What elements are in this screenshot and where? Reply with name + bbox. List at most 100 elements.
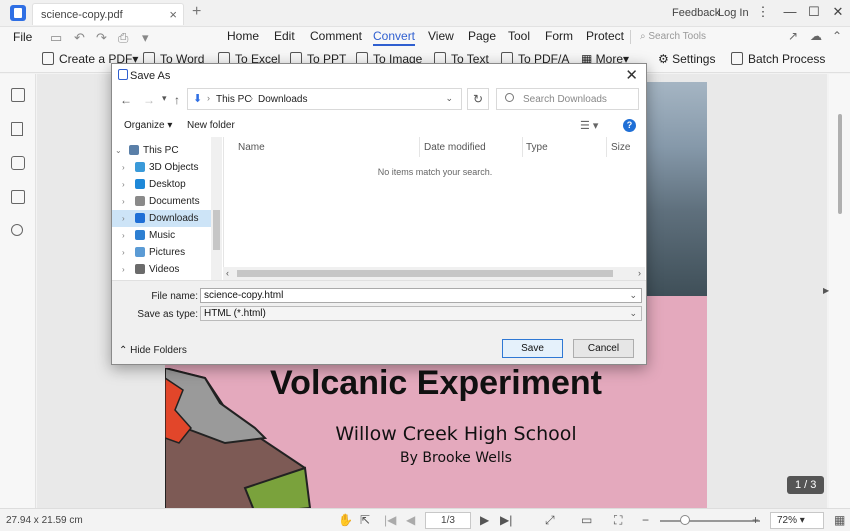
scroll-right-icon[interactable]: › <box>638 268 641 278</box>
expand-ribbon-icon[interactable]: ⌃ <box>832 29 842 43</box>
column-separator[interactable] <box>419 137 420 157</box>
column-header-size[interactable]: Size <box>611 142 630 153</box>
chevron-right-icon[interactable]: › <box>122 265 125 274</box>
chevron-right-icon[interactable]: › <box>122 214 125 223</box>
bookmark-icon[interactable] <box>11 122 23 136</box>
comment-panel-icon[interactable] <box>11 156 25 170</box>
chevron-right-icon[interactable]: › <box>122 231 125 240</box>
menu-view[interactable]: View <box>428 29 454 43</box>
recent-locations-icon[interactable]: ▾ <box>162 93 167 104</box>
login-link[interactable]: Log In <box>718 7 749 19</box>
file-name-input[interactable]: science-copy.html ⌄ <box>200 288 642 303</box>
hand-tool-icon[interactable]: ✋ <box>338 513 353 527</box>
grid-view-icon[interactable]: ▦ <box>834 513 845 527</box>
share-icon[interactable]: ↗ <box>788 29 798 43</box>
vertical-scrollbar[interactable] <box>829 74 850 508</box>
thumbnail-panel-icon[interactable] <box>11 88 25 102</box>
search-downloads-input[interactable]: Search Downloads <box>496 88 639 110</box>
tree-item-videos[interactable]: › Videos <box>112 261 211 278</box>
minimize-icon[interactable]: — <box>782 4 798 19</box>
tree-scrollbar[interactable] <box>211 137 222 280</box>
undo-icon[interactable]: ↶ <box>74 30 85 46</box>
menu-convert[interactable]: Convert <box>373 29 416 46</box>
column-header-date-modified[interactable]: Date modified <box>424 142 486 153</box>
scroll-left-icon[interactable]: ‹ <box>226 268 229 278</box>
expanded-chevron-icon[interactable]: ⌄ <box>115 146 122 155</box>
cancel-button[interactable]: Cancel <box>573 339 634 358</box>
forward-arrow-icon[interactable]: → <box>143 93 155 107</box>
menu-page[interactable]: Page <box>468 29 496 43</box>
settings-button[interactable]: ⚙ Settings <box>658 52 715 66</box>
page-number-input[interactable]: 1/3 <box>425 512 471 529</box>
open-icon[interactable]: ▭ <box>50 30 62 46</box>
zoom-slider[interactable] <box>660 520 760 522</box>
hide-folders-toggle[interactable]: ⌃ Hide Folders <box>119 345 187 356</box>
tree-item-music[interactable]: › Music <box>112 227 211 244</box>
back-arrow-icon[interactable]: ← <box>120 93 132 107</box>
tree-item-documents[interactable]: › Documents <box>112 193 211 210</box>
save-as-type-select[interactable]: HTML (*.html) ⌄ <box>200 306 642 321</box>
menu-tool[interactable]: Tool <box>508 29 530 43</box>
quick-access-dropdown-icon[interactable]: ▾ <box>142 30 149 46</box>
new-folder-button[interactable]: New folder <box>187 120 235 131</box>
column-separator[interactable] <box>606 137 607 157</box>
zoom-slider-thumb[interactable] <box>680 515 690 525</box>
redo-icon[interactable]: ↷ <box>96 30 107 46</box>
breadcrumb-this-pc[interactable]: This PC <box>216 94 252 105</box>
print-icon[interactable]: ⎙ <box>118 30 128 46</box>
chevron-right-icon[interactable]: › <box>122 163 125 172</box>
breadcrumb-downloads[interactable]: Downloads <box>258 94 307 105</box>
menu-comment[interactable]: Comment <box>310 29 362 43</box>
view-mode-icon[interactable]: ▭ <box>581 513 592 527</box>
tree-item-this-pc[interactable]: ⌄ This PC <box>112 142 211 159</box>
horizontal-scroll-thumb[interactable] <box>237 270 613 277</box>
menu-protect[interactable]: Protect <box>586 29 624 43</box>
zoom-out-icon[interactable]: − <box>642 513 649 527</box>
more-icon[interactable]: ⋮ <box>755 4 771 20</box>
menu-edit[interactable]: Edit <box>274 29 295 43</box>
chevron-right-icon[interactable]: › <box>122 180 125 189</box>
new-tab-icon[interactable]: + <box>192 3 201 21</box>
close-icon[interactable]: ✕ <box>830 4 846 20</box>
column-header-name[interactable]: Name <box>238 142 265 153</box>
column-separator[interactable] <box>522 137 523 157</box>
fullscreen-icon[interactable]: ⛶ <box>614 513 622 528</box>
save-button[interactable]: Save <box>502 339 563 358</box>
batch-process-button[interactable]: Batch Process <box>731 52 825 66</box>
vertical-scroll-thumb[interactable] <box>838 114 842 214</box>
tree-item-pictures[interactable]: › Pictures <box>112 244 211 261</box>
horizontal-scrollbar[interactable]: ‹ › <box>223 267 645 280</box>
file-name-dropdown-icon[interactable]: ⌄ <box>629 290 637 301</box>
tree-scroll-thumb[interactable] <box>213 210 220 250</box>
refresh-button[interactable]: ↻ <box>467 88 489 110</box>
dialog-close-icon[interactable]: ✕ <box>625 66 638 84</box>
search-tools-input[interactable]: ⌕ Search Tools <box>640 31 706 42</box>
chevron-right-icon[interactable]: › <box>122 248 125 257</box>
organize-button[interactable]: Organize ▾ <box>124 120 172 131</box>
zoom-level-select[interactable]: 72% ▾ <box>770 512 824 529</box>
prev-page-icon[interactable]: ◀ <box>406 513 415 527</box>
next-page-icon[interactable]: ▶ <box>480 513 489 527</box>
tree-item-downloads[interactable]: › Downloads <box>112 210 211 227</box>
first-page-icon[interactable]: |◀ <box>384 513 396 527</box>
menu-home[interactable]: Home <box>227 29 259 43</box>
zoom-in-icon[interactable]: + <box>752 513 759 527</box>
address-dropdown-icon[interactable]: ⌄ <box>445 93 453 104</box>
menu-file[interactable]: File <box>13 30 32 44</box>
search-icon[interactable] <box>11 224 23 236</box>
select-tool-icon[interactable]: ⇱ <box>360 513 370 527</box>
last-page-icon[interactable]: ▶| <box>500 513 512 527</box>
save-as-type-dropdown-icon[interactable]: ⌄ <box>629 308 637 319</box>
address-bar[interactable]: ⬇ › This PC › Downloads ⌄ <box>187 88 462 110</box>
feedback-link[interactable]: Feedback <box>672 7 720 19</box>
chevron-right-icon[interactable]: › <box>122 197 125 206</box>
cloud-upload-icon[interactable]: ☁ <box>810 29 822 43</box>
tree-item-3d-objects[interactable]: › 3D Objects <box>112 159 211 176</box>
document-tab[interactable]: science-copy.pdf × <box>32 3 184 25</box>
tab-close-icon[interactable]: × <box>169 7 177 22</box>
fit-page-icon[interactable]: ⤢ <box>545 513 555 528</box>
up-arrow-icon[interactable]: ↑ <box>174 93 180 107</box>
change-view-icon[interactable]: ☰ ▾ <box>580 119 598 132</box>
tree-item-desktop[interactable]: › Desktop <box>112 176 211 193</box>
attachment-icon[interactable] <box>11 190 25 204</box>
